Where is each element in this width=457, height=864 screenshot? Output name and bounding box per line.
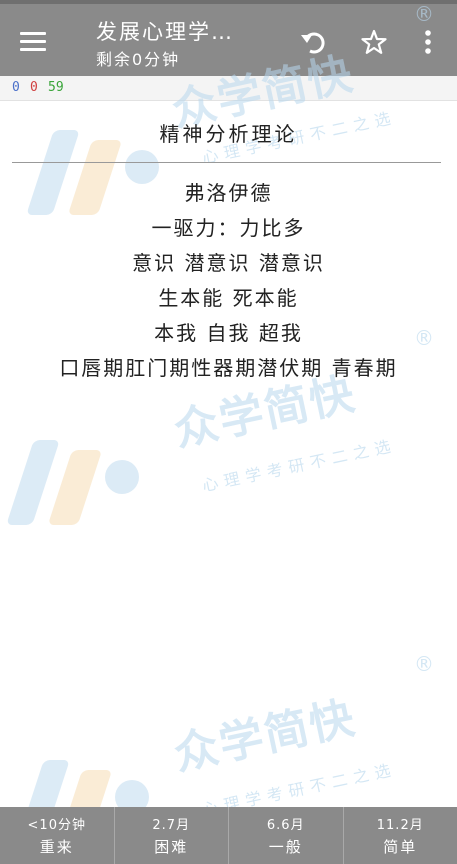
- star-button[interactable]: [358, 26, 390, 58]
- watermark-slogan: 心理学考研不二之选: [200, 435, 399, 496]
- card-heading: 精神分析理论: [159, 122, 298, 146]
- watermark-logo-mark: [6, 420, 160, 530]
- easy-button[interactable]: 11.2月 简单: [344, 807, 457, 864]
- more-button[interactable]: [412, 26, 444, 58]
- learning-count: 0: [30, 80, 38, 95]
- menu-icon-line: [20, 40, 46, 43]
- app-bar: 发展心理学… 剩余0分钟: [0, 0, 457, 76]
- answer-line: 一驱力：力比多: [151, 216, 306, 240]
- hard-interval: 2.7月: [152, 818, 191, 833]
- good-interval: 6.6月: [266, 818, 305, 833]
- undo-button[interactable]: [298, 26, 330, 58]
- answer-line: 弗洛伊德: [184, 181, 273, 205]
- again-interval: <10分钟: [27, 818, 86, 833]
- again-button[interactable]: <10分钟 重来: [0, 807, 115, 864]
- answer-buttons-bar: <10分钟 重来 2.7月 困难 6.6月 一般 11.2月 简单: [0, 807, 457, 864]
- watermark-brand: 众学简快: [169, 692, 361, 781]
- answer-line: 口唇期肛门期性器期潜伏期 青春期: [59, 356, 398, 380]
- review-count: 59: [48, 80, 64, 95]
- menu-icon-line: [20, 48, 46, 51]
- hard-label: 困难: [154, 838, 189, 856]
- watermark-registered-mark: ®: [414, 652, 434, 676]
- more-vertical-icon: [425, 30, 431, 54]
- time-remaining: 剩余0分钟: [96, 50, 181, 69]
- card-divider: [12, 162, 441, 163]
- good-label: 一般: [268, 838, 303, 856]
- menu-button[interactable]: [20, 30, 48, 52]
- deck-title: 发展心理学…: [96, 20, 234, 44]
- card-count-bar: 0 0 59: [0, 76, 457, 101]
- card-answer: 弗洛伊德 一驱力：力比多 意识 潜意识 潜意识 生本能 死本能 本我 自我 超我…: [24, 176, 433, 386]
- again-label: 重来: [39, 838, 74, 856]
- hard-button[interactable]: 2.7月 困难: [115, 807, 229, 864]
- easy-label: 简单: [383, 838, 418, 856]
- star-outline-icon: [361, 29, 387, 54]
- answer-line: 生本能 死本能: [158, 286, 299, 310]
- undo-icon: [301, 32, 325, 54]
- answer-line: 意识 潜意识 潜意识: [132, 251, 325, 275]
- new-count: 0: [12, 80, 20, 95]
- good-button[interactable]: 6.6月 一般: [229, 807, 344, 864]
- answer-line: 本我 自我 超我: [154, 321, 303, 345]
- menu-icon: [20, 32, 46, 35]
- easy-interval: 11.2月: [376, 818, 424, 833]
